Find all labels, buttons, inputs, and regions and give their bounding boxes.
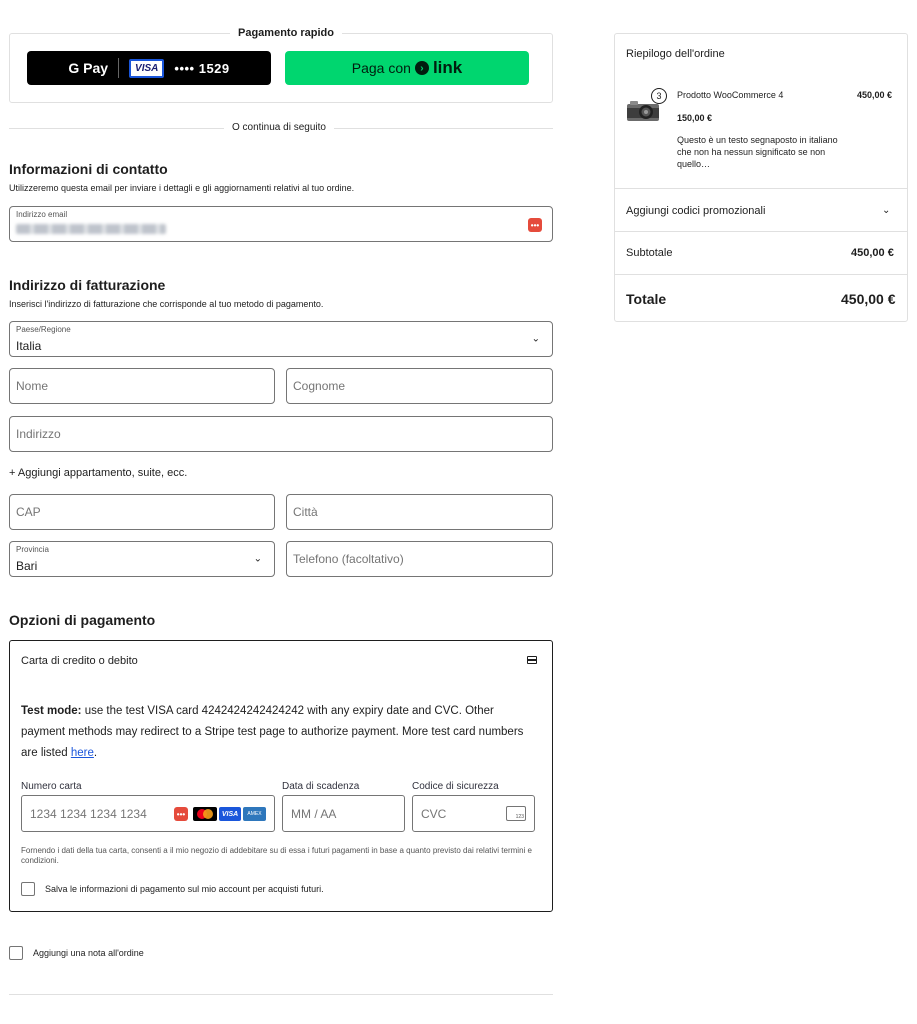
contact-heading: Informazioni di contatto xyxy=(9,161,168,177)
product-name: Prodotto WooCommerce 4 xyxy=(677,90,784,100)
city-placeholder: Città xyxy=(293,505,318,519)
total-value: 450,00 € xyxy=(841,291,896,307)
link-brand: link xyxy=(432,58,463,77)
last-name-placeholder: Cognome xyxy=(293,379,346,393)
credit-card-icon xyxy=(527,656,537,664)
link-pay-prefix: Paga con xyxy=(351,60,411,76)
address-field[interactable]: Indirizzo xyxy=(9,416,553,452)
mastercard-icon xyxy=(193,807,217,821)
test-mode-notice: Test mode: use the test VISA card 424242… xyxy=(21,701,541,764)
chevron-down-icon: ⌄ xyxy=(531,333,540,345)
last-name-field[interactable]: Cognome xyxy=(286,368,553,404)
total-label: Totale xyxy=(626,291,667,307)
phone-field[interactable]: Telefono (facoltativo) xyxy=(286,541,553,577)
link-arrow-icon: › xyxy=(414,61,429,75)
address-placeholder: Indirizzo xyxy=(16,427,61,441)
billing-description: Inserisci l'indirizzo di fatturazione ch… xyxy=(9,299,324,309)
cvc-card-icon: 123 xyxy=(506,806,526,821)
phone-placeholder: Telefono (facoltativo) xyxy=(293,552,404,566)
card-number-input[interactable]: 1234 1234 1234 1234 ••• VISA AMEX xyxy=(21,795,275,832)
quantity-badge: 3 xyxy=(651,88,667,104)
contact-description: Utilizzeremo questa email per inviare i … xyxy=(9,183,355,193)
order-summary-panel xyxy=(614,33,908,322)
google-pay-button[interactable]: G Pay VISA •••• 1529 xyxy=(27,51,271,85)
link-pay-button[interactable]: Paga con › link xyxy=(285,51,529,85)
promo-codes-toggle[interactable]: Aggiungi codici promozionali xyxy=(626,205,765,217)
province-select[interactable]: Provincia Bari ⌄ xyxy=(9,541,275,577)
country-label: Paese/Regione xyxy=(16,325,71,334)
visa-icon: VISA xyxy=(219,807,241,821)
subtotal-value: 450,00 € xyxy=(851,247,894,259)
product-unit-price: 150,00 € xyxy=(677,113,713,123)
payment-method-label[interactable]: Carta di credito o debito xyxy=(21,655,138,667)
city-field[interactable]: Città xyxy=(286,494,553,530)
add-apartment-link[interactable]: + Aggiungi appartamento, suite, ecc. xyxy=(9,467,187,479)
summary-divider xyxy=(615,274,907,275)
gpay-separator xyxy=(118,58,120,78)
order-summary-title: Riepilogo dell'ordine xyxy=(626,48,725,60)
summary-divider xyxy=(615,188,907,189)
payment-options-box xyxy=(9,640,553,912)
divider-line xyxy=(9,994,553,995)
amex-icon: AMEX xyxy=(243,807,266,821)
summary-divider xyxy=(615,231,907,232)
test-mode-bold: Test mode: xyxy=(21,705,82,717)
card-consent-text: Fornendo i dati della tua carta, consent… xyxy=(21,846,532,865)
email-value-blurred xyxy=(16,224,166,234)
province-value: Bari xyxy=(16,559,38,573)
order-note-label[interactable]: Aggiungi una nota all'ordine xyxy=(33,948,144,958)
payment-heading: Opzioni di pagamento xyxy=(9,612,156,628)
cvc-input[interactable]: CVC 123 xyxy=(412,795,535,832)
order-note-checkbox[interactable] xyxy=(9,946,23,960)
postcode-field[interactable]: CAP xyxy=(9,494,275,530)
first-name-field[interactable]: Nome xyxy=(9,368,275,404)
first-name-placeholder: Nome xyxy=(16,379,49,393)
save-payment-label[interactable]: Salva le informazioni di pagamento sul m… xyxy=(45,884,324,894)
postcode-placeholder: CAP xyxy=(16,505,41,519)
google-pay-logo: G Pay xyxy=(68,60,109,76)
card-number-placeholder: 1234 1234 1234 1234 xyxy=(30,806,147,821)
chevron-down-icon: ⌄ xyxy=(253,553,262,565)
card-number-label: Numero carta xyxy=(21,781,82,792)
subtotal-label: Subtotale xyxy=(626,247,673,259)
billing-heading: Indirizzo di fatturazione xyxy=(9,277,166,293)
test-cards-link[interactable]: here xyxy=(71,747,94,759)
expiry-input[interactable]: MM / AA xyxy=(282,795,405,832)
cvc-label: Codice di sicurezza xyxy=(412,781,499,792)
save-payment-checkbox[interactable] xyxy=(21,882,35,896)
visa-card-icon: VISA xyxy=(129,58,165,78)
express-checkout-title: Pagamento rapido xyxy=(230,27,342,39)
expiry-label: Data di scadenza xyxy=(282,781,360,792)
continue-divider-text: O continua di seguito xyxy=(224,122,334,133)
password-manager-icon[interactable]: ••• xyxy=(174,807,188,821)
email-label: Indirizzo email xyxy=(16,210,68,219)
password-manager-icon[interactable]: ••• xyxy=(528,218,542,232)
cvc-placeholder: CVC xyxy=(421,806,447,821)
province-label: Provincia xyxy=(16,545,49,554)
country-value: Italia xyxy=(16,339,42,353)
cvc-icon-text: 123 xyxy=(515,814,524,820)
chevron-down-icon[interactable]: ⌄ xyxy=(882,205,890,216)
product-description: Questo è un testo segnaposto in italiano… xyxy=(677,135,838,169)
test-mode-end: . xyxy=(93,747,98,759)
email-field[interactable]: Indirizzo email ••• xyxy=(9,206,553,242)
gpay-card-last4: •••• 1529 xyxy=(174,60,230,76)
expiry-placeholder: MM / AA xyxy=(291,806,337,821)
country-select[interactable]: Paese/Regione Italia ⌄ xyxy=(9,321,553,357)
product-total: 450,00 € xyxy=(857,90,893,100)
